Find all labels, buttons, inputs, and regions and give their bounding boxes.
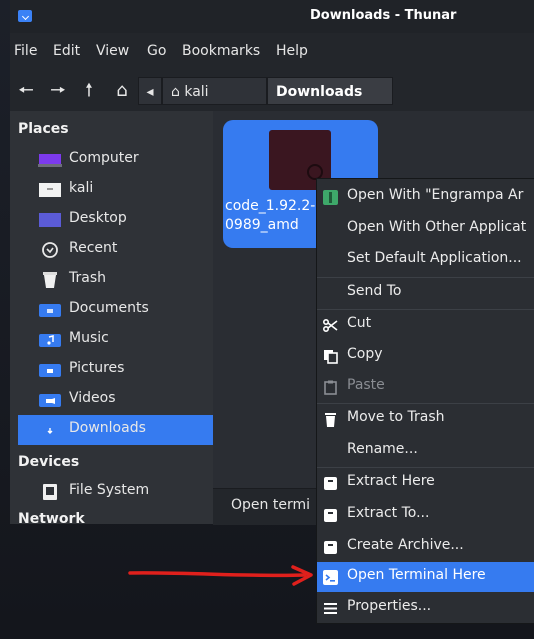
home-icon[interactable]: ⌂: [112, 81, 132, 101]
sidebar-item-desktop[interactable]: Desktop: [18, 205, 213, 235]
status-text: Open termi: [231, 497, 310, 513]
sidebar: Places Computer kali Desktop Recent Tras…: [10, 111, 213, 524]
path-button-downloads[interactable]: Downloads: [267, 77, 393, 105]
sidebar-item-label: Music: [69, 330, 109, 346]
documents-folder-icon: [39, 304, 61, 317]
trash-icon: [325, 413, 336, 427]
properties-icon: [324, 603, 337, 614]
trash-icon: [43, 272, 57, 288]
sidebar-item-trash[interactable]: Trash: [18, 265, 213, 295]
copy-icon: [324, 350, 338, 364]
section-places: Places: [18, 121, 69, 137]
forward-arrow-icon[interactable]: 🠖: [48, 81, 68, 101]
sidebar-item-recent[interactable]: Recent: [18, 235, 213, 265]
sidebar-item-music[interactable]: Music: [18, 325, 213, 355]
sidebar-item-pictures[interactable]: Pictures: [18, 355, 213, 385]
sidebar-item-videos[interactable]: Videos: [18, 385, 213, 415]
menu-bar: File Edit View Go Bookmarks Help: [10, 33, 534, 71]
menu-file[interactable]: File: [14, 43, 37, 59]
sidebar-item-documents[interactable]: Documents: [18, 295, 213, 325]
sidebar-item-label: Documents: [69, 300, 149, 316]
path-button-kali[interactable]: ⌂ kali: [162, 77, 267, 105]
menu-bookmarks[interactable]: Bookmarks: [182, 43, 260, 59]
music-folder-icon: [39, 334, 61, 347]
back-arrow-icon[interactable]: 🠔: [16, 81, 36, 101]
menu-item-set-default-application[interactable]: Set Default Application...: [317, 245, 534, 275]
terminal-icon: [323, 570, 338, 585]
menu-item-rename[interactable]: Rename...: [317, 436, 534, 466]
menu-item-extract-here[interactable]: Extract Here: [317, 468, 534, 498]
toolbar: 🠔 🠖 🠕 ⌂ ◂ ⌂ kali Downloads: [10, 71, 534, 112]
menu-item-copy[interactable]: Copy: [317, 341, 534, 371]
sidebar-item-label: Recent: [69, 240, 118, 256]
pictures-folder-icon: [39, 364, 61, 377]
archive-icon: [324, 509, 337, 522]
menu-item-open-with-other[interactable]: Open With Other Applicat: [317, 214, 534, 244]
path-label: kali: [184, 84, 209, 100]
up-arrow-icon[interactable]: 🠕: [79, 81, 99, 101]
menu-edit[interactable]: Edit: [53, 43, 80, 59]
menu-item-move-to-trash[interactable]: Move to Trash: [317, 404, 534, 434]
menu-go[interactable]: Go: [147, 43, 166, 59]
menu-item-extract-to[interactable]: Extract To...: [317, 500, 534, 530]
menu-item-open-with-engrampa[interactable]: Open With "Engrampa Ar: [317, 182, 534, 212]
downloads-folder-icon: [39, 424, 61, 437]
menu-help[interactable]: Help: [276, 43, 308, 59]
recent-clock-icon: [42, 242, 58, 258]
menu-item-cut[interactable]: Cut: [317, 310, 534, 340]
sidebar-item-label: Computer: [69, 150, 139, 166]
sidebar-item-label: Downloads: [69, 420, 146, 436]
paste-icon: [324, 380, 337, 395]
menu-item-properties[interactable]: Properties...: [317, 593, 534, 623]
sidebar-item-label: Pictures: [69, 360, 125, 376]
path-scroll-left-button[interactable]: ◂: [138, 77, 162, 105]
home-folder-icon: [39, 183, 61, 197]
drive-icon: [43, 484, 57, 500]
window-title: Downloads - Thunar: [310, 8, 457, 23]
sidebar-item-computer[interactable]: Computer: [18, 145, 213, 175]
archive-icon: [324, 541, 337, 554]
title-bar: Downloads - Thunar: [10, 0, 534, 33]
engrampa-icon: [323, 190, 338, 205]
window-menu-icon[interactable]: [18, 10, 32, 22]
sidebar-item-label: Desktop: [69, 210, 127, 226]
videos-folder-icon: [39, 394, 61, 407]
sidebar-item-label: Videos: [69, 390, 116, 406]
sidebar-item-label: Trash: [69, 270, 106, 286]
menu-item-open-terminal-here[interactable]: Open Terminal Here: [317, 562, 534, 592]
sidebar-item-label: kali: [69, 180, 94, 196]
menu-view[interactable]: View: [96, 43, 129, 59]
scissors-icon: [323, 319, 338, 332]
path-label: Downloads: [276, 84, 363, 100]
sidebar-item-kali[interactable]: kali: [18, 175, 213, 205]
sidebar-item-file-system[interactable]: File System: [18, 477, 213, 507]
context-menu: Open With "Engrampa Ar Open With Other A…: [316, 178, 534, 624]
desktop-icon: [39, 213, 61, 227]
computer-icon: [38, 154, 62, 167]
menu-item-send-to[interactable]: Send To: [317, 278, 534, 308]
sidebar-item-label: File System: [69, 482, 150, 498]
section-devices: Devices: [18, 454, 80, 470]
archive-icon: [324, 477, 337, 490]
menu-item-create-archive[interactable]: Create Archive...: [317, 532, 534, 562]
menu-item-paste[interactable]: Paste: [317, 372, 534, 402]
sidebar-item-downloads[interactable]: Downloads: [18, 415, 213, 445]
section-network: Network: [18, 511, 85, 524]
home-icon: ⌂: [171, 84, 180, 100]
